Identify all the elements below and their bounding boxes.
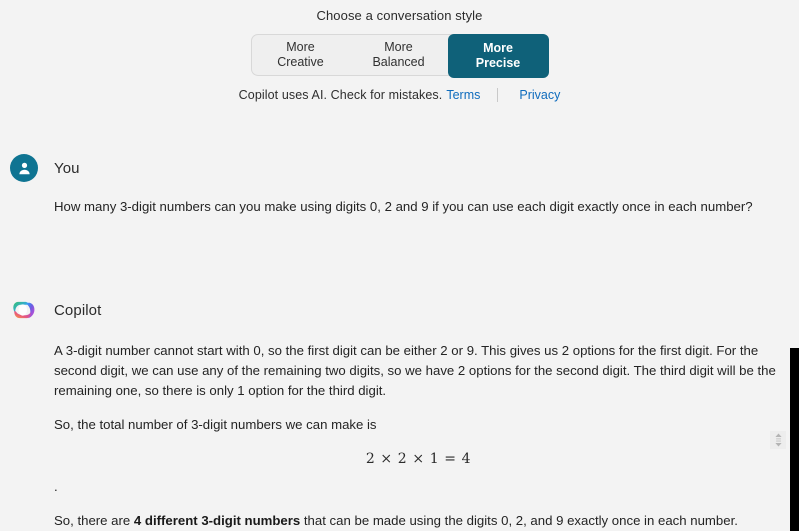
style-option-more-balanced[interactable]: More Balanced (350, 35, 448, 75)
vertical-resize-handle-icon[interactable] (770, 431, 786, 449)
conversation-turn-assistant: Copilot A 3-digit number cannot start wi… (10, 295, 783, 531)
conversation-thread: You How many 3-digit numbers can you mak… (0, 153, 799, 531)
style-option-more-creative-line1: More (286, 40, 315, 54)
user-turn-author: You (54, 159, 80, 177)
conversation-style-title: Choose a conversation style (316, 8, 483, 23)
assistant-turn-author: Copilot (54, 301, 102, 319)
person-icon (10, 154, 38, 182)
user-message-body: How many 3-digit numbers can you make us… (54, 197, 783, 217)
assistant-conclusion-highlight: 4 different 3-digit numbers (133, 513, 301, 528)
assistant-conclusion-prefix: So, there are (54, 513, 134, 528)
style-option-more-creative[interactable]: More Creative (252, 35, 350, 75)
math-expression: 2 × 2 × 1 = 4 (365, 451, 472, 467)
user-turn-header: You (10, 153, 783, 183)
assistant-paragraph-2: So, the total number of 3-digit numbers … (54, 417, 377, 432)
user-message-text: How many 3-digit numbers can you make us… (54, 199, 753, 214)
copilot-logo-icon (10, 296, 38, 324)
style-option-more-precise-line2: Precise (475, 56, 521, 70)
assistant-turn-header: Copilot (10, 295, 783, 325)
assistant-message-body: A 3-digit number cannot start with 0, so… (54, 341, 783, 531)
ai-disclaimer-text: Copilot uses AI. Check for mistakes. (238, 88, 443, 102)
conversation-style-toggle-group[interactable]: More Creative More Balanced More Precise (250, 34, 549, 78)
conversation-turn-user: You How many 3-digit numbers can you mak… (10, 153, 783, 217)
style-option-more-precise-line1: More (483, 41, 513, 55)
legal-disclaimer-row: Copilot uses AI. Check for mistakes. Ter… (238, 87, 560, 103)
style-option-more-balanced-line2: Balanced (372, 55, 425, 69)
privacy-link[interactable]: Privacy (519, 87, 560, 103)
legal-divider (497, 88, 499, 102)
assistant-trailing-punctuation: . (54, 479, 58, 494)
assistant-conclusion-suffix: that can be made using the digits 0, 2, … (300, 513, 738, 528)
assistant-conclusion: So, there are 4 different 3-digit number… (54, 511, 783, 531)
assistant-paragraph-1: A 3-digit number cannot start with 0, so… (54, 343, 776, 398)
style-option-more-creative-line2: Creative (277, 55, 324, 69)
right-edge-gutter (790, 348, 799, 531)
style-option-more-balanced-line1: More (384, 40, 413, 54)
style-option-more-precise[interactable]: More Precise (447, 34, 549, 78)
conversation-style-header: Choose a conversation style More Creativ… (0, 0, 799, 103)
terms-link[interactable]: Terms (446, 87, 480, 103)
